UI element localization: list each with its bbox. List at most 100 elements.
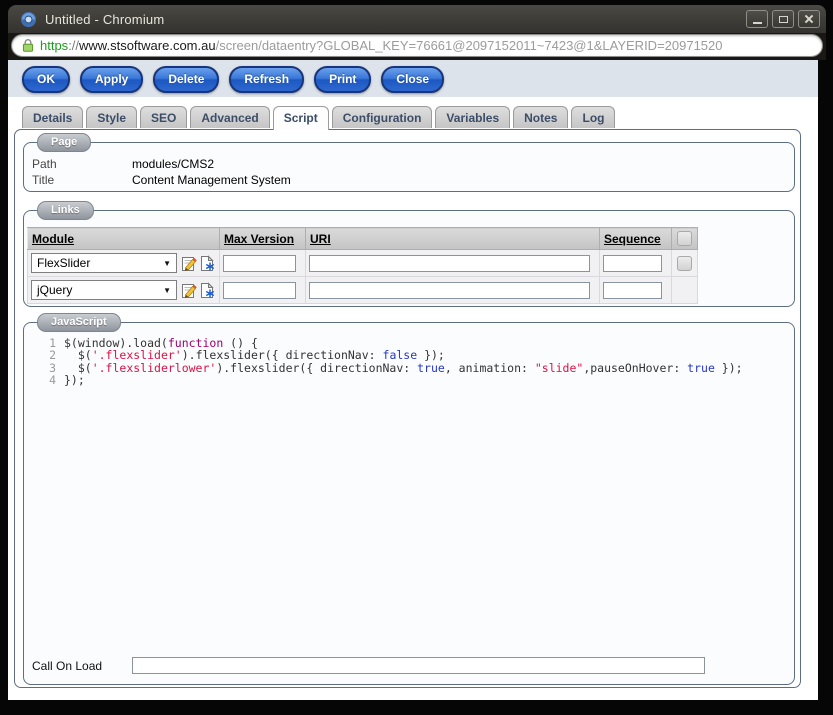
field-value: modules/CMS2 bbox=[132, 157, 214, 171]
script-editor[interactable]: 1$(window).load(function () {2 $('.flexs… bbox=[30, 337, 790, 617]
line-number: 4 bbox=[30, 374, 64, 386]
lock-icon bbox=[22, 38, 34, 53]
tab-script[interactable]: Script bbox=[273, 106, 329, 130]
max-version-input[interactable] bbox=[223, 282, 296, 299]
line-number: 1 bbox=[30, 337, 64, 349]
links-table: Module Max Version URI Sequence FlexSlider … bbox=[27, 227, 698, 304]
links-section: Links ModuleMax VersionURISequence FlexS… bbox=[23, 210, 795, 307]
column-header-label[interactable]: Max Version bbox=[224, 232, 294, 246]
chromium-icon bbox=[20, 11, 37, 28]
delete-button[interactable]: Delete bbox=[153, 66, 219, 93]
code-token: '.flexsliderlower' bbox=[92, 361, 217, 375]
code-token: true bbox=[417, 361, 445, 375]
chevron-down-icon: ▼ bbox=[163, 286, 171, 295]
edit-icon[interactable] bbox=[181, 282, 198, 299]
url-path: /screen/dataentry?GLOBAL_KEY=76661@20971… bbox=[216, 38, 723, 53]
line-number: 2 bbox=[30, 349, 64, 361]
tab-panel: Page Pathmodules/CMS2TitleContent Manage… bbox=[14, 129, 801, 688]
row-select-cell bbox=[672, 277, 698, 304]
close-button[interactable]: Close bbox=[381, 66, 444, 93]
toolbar: OK Apply Delete Refresh Print Close bbox=[8, 60, 818, 97]
select-all-checkbox[interactable] bbox=[677, 231, 692, 246]
tab-log[interactable]: Log bbox=[571, 106, 615, 128]
ok-button[interactable]: OK bbox=[22, 66, 70, 93]
page-field-row: TitleContent Management System bbox=[32, 172, 786, 188]
tab-variables[interactable]: Variables bbox=[435, 106, 510, 128]
module-select[interactable]: FlexSlider ▼ bbox=[31, 253, 177, 273]
field-label: Title bbox=[32, 172, 132, 188]
code-line: 3 $('.flexsliderlower').flexslider({ dir… bbox=[30, 362, 790, 374]
code-token: }); bbox=[64, 373, 85, 387]
uri-input[interactable] bbox=[309, 282, 590, 299]
tab-configuration[interactable]: Configuration bbox=[332, 106, 433, 128]
url-scheme: https bbox=[40, 38, 68, 53]
page-viewport: OK Apply Delete Refresh Print Close DetailsSt… bbox=[8, 60, 818, 700]
module-cell: jQuery ▼ bbox=[28, 277, 220, 304]
maximize-button[interactable] bbox=[772, 10, 794, 28]
tab-details[interactable]: Details bbox=[22, 106, 83, 128]
max-version-cell bbox=[220, 277, 306, 304]
refresh-button[interactable]: Refresh bbox=[229, 66, 304, 93]
window-titlebar[interactable]: Untitled - Chromium bbox=[8, 5, 826, 33]
chevron-down-icon: ▼ bbox=[163, 259, 171, 268]
apply-button[interactable]: Apply bbox=[80, 66, 143, 93]
call-on-load-input[interactable] bbox=[132, 657, 705, 674]
links-table-row: FlexSlider ▼ bbox=[28, 250, 698, 277]
column-header-uri: URI bbox=[306, 228, 600, 250]
tab-style[interactable]: Style bbox=[86, 106, 137, 128]
tab-advanced[interactable]: Advanced bbox=[190, 106, 269, 128]
field-label: Path bbox=[32, 156, 132, 172]
links-table-header-row: Module Max Version URI Sequence bbox=[28, 228, 698, 250]
edit-icon[interactable] bbox=[181, 255, 198, 272]
column-header-select bbox=[672, 228, 698, 250]
links-section-legend: Links bbox=[37, 201, 94, 220]
url-separator: :// bbox=[68, 38, 79, 53]
module-select-value: FlexSlider bbox=[37, 256, 90, 270]
code-line: 4}); bbox=[30, 374, 790, 386]
new-document-icon[interactable] bbox=[199, 255, 216, 272]
call-on-load-label: Call On Load bbox=[32, 659, 132, 673]
new-document-icon[interactable] bbox=[199, 282, 216, 299]
row-checkbox[interactable] bbox=[677, 256, 692, 271]
column-header-max-version: Max Version bbox=[220, 228, 306, 250]
module-select-value: jQuery bbox=[37, 283, 72, 297]
sequence-input[interactable] bbox=[603, 255, 662, 272]
code-token: ).flexslider({ directionNav: bbox=[216, 361, 417, 375]
line-number: 3 bbox=[30, 362, 64, 374]
max-version-cell bbox=[220, 250, 306, 277]
column-header-label[interactable]: URI bbox=[310, 232, 331, 246]
window-title: Untitled - Chromium bbox=[45, 12, 164, 27]
window-controls bbox=[742, 10, 820, 28]
close-button[interactable] bbox=[798, 10, 820, 28]
javascript-section-legend: JavaScript bbox=[37, 313, 121, 332]
module-cell: FlexSlider ▼ bbox=[28, 250, 220, 277]
column-header-label[interactable]: Sequence bbox=[604, 232, 661, 246]
uri-cell bbox=[306, 250, 600, 277]
minimize-button[interactable] bbox=[746, 10, 768, 28]
code-token: true bbox=[687, 361, 715, 375]
uri-input[interactable] bbox=[309, 255, 590, 272]
code-text: }); bbox=[64, 374, 85, 386]
address-bar[interactable]: https://www.stsoftware.com.au/screen/dat… bbox=[11, 34, 823, 57]
close-icon bbox=[804, 14, 814, 24]
page-field-row: Pathmodules/CMS2 bbox=[32, 156, 786, 172]
sequence-input[interactable] bbox=[603, 282, 662, 299]
sequence-cell bbox=[600, 250, 672, 277]
uri-cell bbox=[306, 277, 600, 304]
url-host: www.stsoftware.com.au bbox=[79, 38, 216, 53]
code-token: }); bbox=[715, 361, 743, 375]
browser-toolbar: https://www.stsoftware.com.au/screen/dat… bbox=[8, 33, 826, 60]
tab-bar: DetailsStyleSEOAdvancedScriptConfigurati… bbox=[8, 97, 818, 129]
print-button[interactable]: Print bbox=[314, 66, 371, 93]
column-header-label[interactable]: Module bbox=[32, 232, 74, 246]
javascript-section: JavaScript 1$(window).load(function () {… bbox=[23, 322, 795, 685]
links-table-row: jQuery ▼ bbox=[28, 277, 698, 304]
tab-seo[interactable]: SEO bbox=[140, 106, 187, 128]
max-version-input[interactable] bbox=[223, 255, 296, 272]
column-header-sequence: Sequence bbox=[600, 228, 672, 250]
module-select[interactable]: jQuery ▼ bbox=[31, 280, 177, 300]
sequence-cell bbox=[600, 277, 672, 304]
call-on-load-row: Call On Load bbox=[32, 657, 794, 674]
code-token: "slide" bbox=[535, 361, 583, 375]
tab-notes[interactable]: Notes bbox=[513, 106, 568, 128]
